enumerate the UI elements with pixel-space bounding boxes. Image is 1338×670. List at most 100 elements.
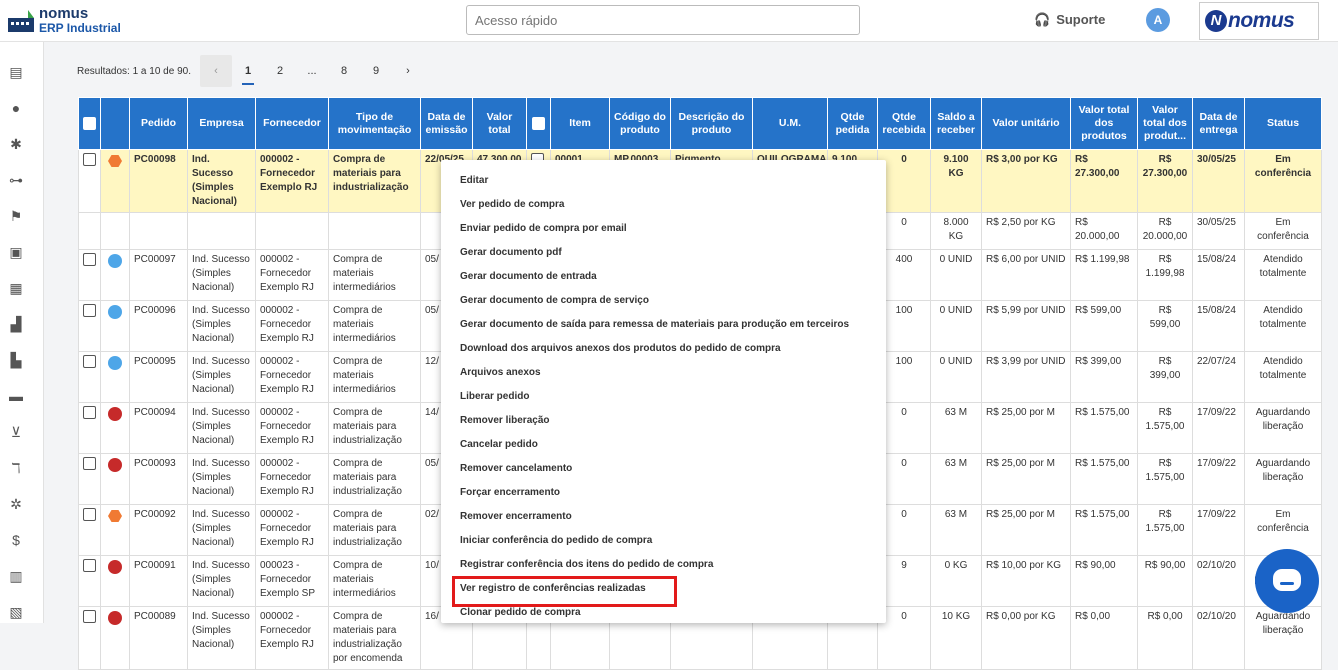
status-icon-cell [100,606,130,670]
row-select-cell[interactable] [78,351,101,403]
menu-item[interactable]: Gerar documento de compra de serviço [460,295,649,306]
calculator-icon[interactable]: ▥ [8,568,24,584]
row-checkbox[interactable] [83,153,96,166]
col-header[interactable]: Data de entrega [1192,97,1245,150]
menu-item[interactable]: Editar [460,175,488,186]
factory-icon[interactable]: ▟ [8,316,24,332]
row-checkbox[interactable] [83,355,96,368]
menu-item[interactable]: Gerar documento de saída para remessa de… [460,319,849,330]
status-icon-cell [100,402,130,454]
col-header[interactable]: Valor total dos produtos [1070,97,1138,150]
gear-icon[interactable]: ✱ [8,136,24,152]
user-icon[interactable]: ● [8,100,24,116]
cell-pedido: PC00093 [129,453,188,505]
row-select-cell[interactable] [78,606,101,670]
page-1-button[interactable]: 1 [232,55,264,87]
select-items-header[interactable] [526,97,551,150]
row-checkbox[interactable] [83,610,96,623]
menu-item[interactable]: Remover encerramento [460,511,572,522]
user-avatar[interactable]: A [1146,8,1170,32]
prev-page-button[interactable]: ‹ [200,55,232,87]
select-all-checkbox[interactable] [83,116,96,130]
col-header[interactable]: Valor unitário [981,97,1071,150]
col-header[interactable]: Empresa [187,97,256,150]
col-header[interactable]: Código do produto [609,97,671,150]
flag-icon[interactable]: ⚑ [8,208,24,224]
col-header[interactable]: Qtde recebida [877,97,931,150]
menu-item[interactable]: Gerar documento de entrada [460,271,597,282]
next-page-button[interactable]: › [392,55,424,87]
col-header[interactable]: Descrição do produto [670,97,753,150]
menu-item[interactable]: Forçar encerramento [460,487,560,498]
dollar-icon[interactable]: $ [8,532,24,548]
menu-item[interactable]: Gerar documento pdf [460,247,562,258]
menu-item[interactable]: Enviar pedido de compra por email [460,223,627,234]
row-select-cell[interactable] [78,402,101,454]
col-header[interactable]: U.M. [752,97,828,150]
row-checkbox[interactable] [83,559,96,572]
cell-entrega: 02/10/20 [1192,606,1245,670]
top-bar: nomus ERP Industrial 🎧 Suporte A N nomus [0,0,1338,42]
cell-valor-unit: R$ 6,00 por UNID [981,249,1071,301]
col-header[interactable]: Item [550,97,610,150]
menu-item[interactable]: Registrar conferência dos itens do pedid… [460,559,713,570]
row-checkbox[interactable] [83,253,96,266]
cell-valor-total2: R$ 90,00 [1137,555,1193,607]
col-header[interactable]: Qtde pedida [827,97,878,150]
row-select-cell[interactable] [78,555,101,607]
menu-item[interactable]: Cancelar pedido [460,439,538,450]
row-select-cell[interactable] [78,453,101,505]
menu-item[interactable]: Download dos arquivos anexos dos produto… [460,343,781,354]
col-header[interactable]: Saldo a receber [930,97,982,150]
select-items-checkbox[interactable] [532,116,545,130]
cell-valor-produtos: R$ 1.575,00 [1070,453,1138,505]
row-checkbox[interactable] [83,406,96,419]
cell-saldo: 8.000 KG [930,212,982,250]
col-header[interactable]: Data de emissão [420,97,473,150]
col-header[interactable]: Valor total [472,97,527,150]
menu-item[interactable]: Iniciar conferência do pedido de compra [460,535,652,546]
col-header[interactable]: Tipo de movimentação [328,97,421,150]
menu-item[interactable]: Clonar pedido de compra [460,607,581,618]
document-icon[interactable]: ▦ [8,280,24,296]
row-select-cell[interactable] [78,300,101,352]
menu-item[interactable]: Ver registro de conferências realizadas [452,576,677,607]
cell-status: Atendido totalmente [1244,351,1322,403]
menu-item[interactable]: Ver pedido de compra [460,199,564,210]
page-9-button[interactable]: 9 [360,55,392,87]
book-icon[interactable]: ▤ [8,64,24,80]
file-dollar-icon[interactable]: ▧ [8,604,24,620]
cell-pedido: PC00095 [129,351,188,403]
menu-item[interactable]: Liberar pedido [460,391,529,402]
col-header[interactable]: Fornecedor [255,97,329,150]
row-select-cell[interactable] [78,149,101,213]
row-select-cell[interactable] [78,504,101,556]
cell-empresa: Ind. Sucesso (Simples Nacional) [187,453,256,505]
row-checkbox[interactable] [83,304,96,317]
col-header[interactable]: Status [1244,97,1322,150]
page-2-button[interactable]: 2 [264,55,296,87]
col-header[interactable]: Valor total dos produt... [1137,97,1193,150]
flow-icon[interactable]: ⊶ [8,172,24,188]
menu-item[interactable]: Arquivos anexos [460,367,541,378]
col-header[interactable]: Pedido [129,97,188,150]
robot-arm-icon[interactable]: ℸ [8,460,24,476]
app-logo[interactable]: nomus ERP Industrial [6,6,136,36]
archive-icon[interactable]: ▬ [8,388,24,404]
select-all-header[interactable] [78,97,101,150]
quick-access-input[interactable] [466,5,860,35]
row-checkbox[interactable] [83,457,96,470]
cell-entrega: 17/09/22 [1192,402,1245,454]
chat-button[interactable] [1255,549,1319,613]
chart-icon[interactable]: ▙ [8,352,24,368]
cogs-icon[interactable]: ✲ [8,496,24,512]
page-8-button[interactable]: 8 [328,55,360,87]
row-select-cell[interactable] [78,249,101,301]
cart-icon[interactable]: ⊻ [8,424,24,440]
menu-item[interactable]: Remover cancelamento [460,463,572,474]
menu-item[interactable]: Remover liberação [460,415,550,426]
row-select-cell[interactable] [78,212,101,250]
briefcase-icon[interactable]: ▣ [8,244,24,260]
support-link[interactable]: 🎧 Suporte [1034,12,1105,28]
row-checkbox[interactable] [83,508,96,521]
